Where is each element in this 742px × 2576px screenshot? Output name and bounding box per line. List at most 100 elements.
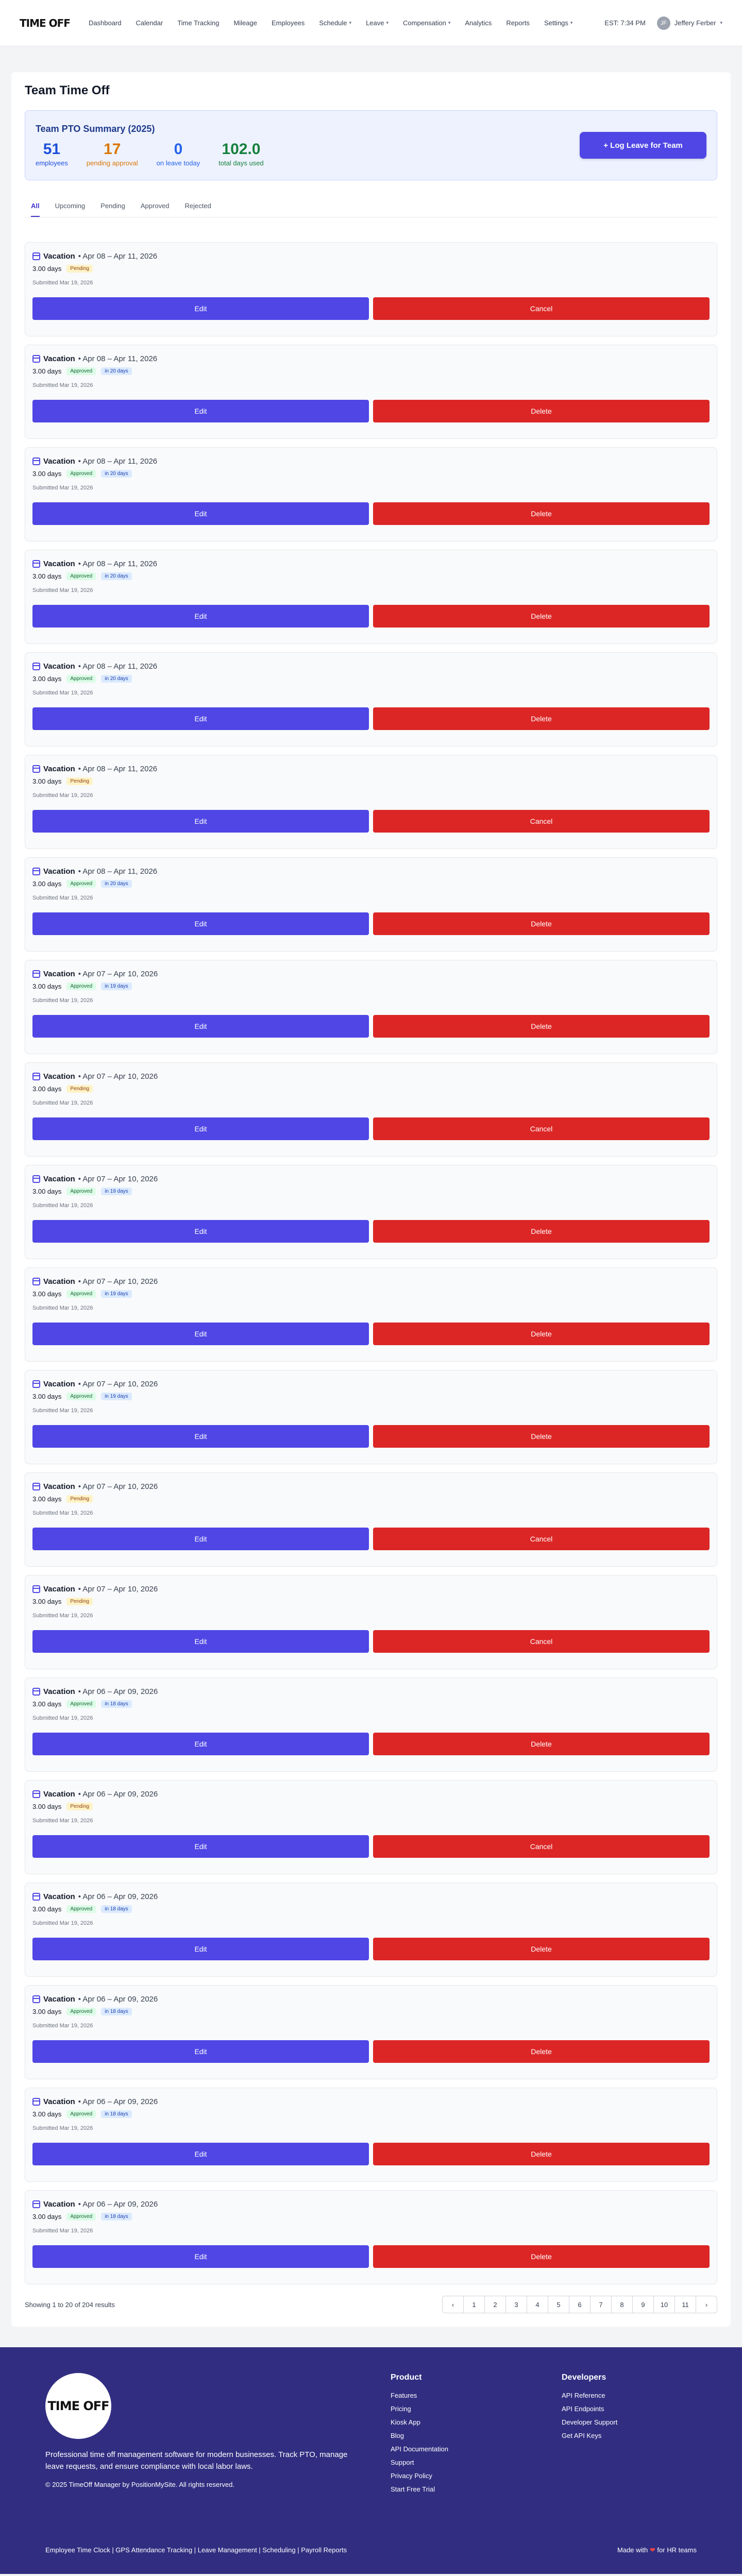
footer-link-pricing[interactable]: Pricing xyxy=(391,2405,526,2413)
footer-description: Professional time off management softwar… xyxy=(45,2450,348,2471)
delete-button[interactable]: Delete xyxy=(373,1323,710,1345)
delete-button[interactable]: Delete xyxy=(373,2245,710,2268)
pto-summary: Team PTO Summary (2025) 51 employees 17 pen… xyxy=(25,110,717,180)
edit-button[interactable]: Edit xyxy=(32,707,369,730)
footer-bottom-links[interactable]: Employee Time Clock | GPS Attendance Tra… xyxy=(45,2546,347,2554)
page-button-1[interactable]: 1 xyxy=(463,2296,485,2313)
edit-button[interactable]: Edit xyxy=(32,1117,369,1140)
cancel-button[interactable]: Cancel xyxy=(373,1528,710,1550)
prev-page-button[interactable]: ‹ xyxy=(442,2296,464,2313)
edit-button[interactable]: Edit xyxy=(32,1425,369,1448)
card-meta: 3.00 days Approved in 20 days xyxy=(32,470,710,478)
nav-link-label: Dashboard xyxy=(88,19,122,27)
nav-link-calendar[interactable]: Calendar xyxy=(136,19,163,27)
footer-link-api-documentation[interactable]: API Documentation xyxy=(391,2445,526,2453)
next-page-button[interactable]: › xyxy=(696,2296,717,2313)
submitted-date: Submitted Mar 19, 2026 xyxy=(32,1613,93,1619)
edit-button[interactable]: Edit xyxy=(32,1733,369,1755)
page-button-4[interactable]: 4 xyxy=(527,2296,548,2313)
delete-button[interactable]: Delete xyxy=(373,1220,710,1243)
status-badge: Pending xyxy=(66,265,93,273)
delete-button[interactable]: Delete xyxy=(373,1015,710,1038)
tab-rejected[interactable]: Rejected xyxy=(185,197,211,217)
delete-button[interactable]: Delete xyxy=(373,707,710,730)
edit-button[interactable]: Edit xyxy=(32,1220,369,1243)
user-menu[interactable]: JF Jeffery Ferber ▾ xyxy=(656,16,722,30)
page-button-11[interactable]: 11 xyxy=(674,2296,696,2313)
delete-button[interactable]: Delete xyxy=(373,605,710,628)
card-header: Vacation • Apr 07 – Apr 10, 2026 xyxy=(32,1380,710,1388)
edit-button[interactable]: Edit xyxy=(32,502,369,525)
edit-button[interactable]: Edit xyxy=(32,1323,369,1345)
nav-link-mileage[interactable]: Mileage xyxy=(233,19,257,27)
delete-button[interactable]: Delete xyxy=(373,400,710,422)
delete-button[interactable]: Delete xyxy=(373,502,710,525)
summary-stat: 102.0 total days used xyxy=(218,142,263,167)
edit-button[interactable]: Edit xyxy=(32,1630,369,1653)
edit-button[interactable]: Edit xyxy=(32,1835,369,1858)
log-leave-button[interactable]: + Log Leave for Team xyxy=(580,132,706,159)
delete-button[interactable]: Delete xyxy=(373,2143,710,2165)
edit-button[interactable]: Edit xyxy=(32,912,369,935)
nav-link-dashboard[interactable]: Dashboard xyxy=(89,19,122,27)
edit-button[interactable]: Edit xyxy=(32,1015,369,1038)
delete-button[interactable]: Delete xyxy=(373,912,710,935)
nav-link-employees[interactable]: Employees xyxy=(272,19,305,27)
delete-button[interactable]: Delete xyxy=(373,1733,710,1755)
page-button-3[interactable]: 3 xyxy=(505,2296,527,2313)
cancel-button[interactable]: Cancel xyxy=(373,1835,710,1858)
footer-copyright: © 2025 TimeOff Manager by PositionMySite… xyxy=(45,2481,235,2488)
footer-link-start-free-trial[interactable]: Start Free Trial xyxy=(391,2485,526,2493)
edit-button[interactable]: Edit xyxy=(32,1938,369,1960)
edit-button[interactable]: Edit xyxy=(32,1528,369,1550)
cancel-button[interactable]: Cancel xyxy=(373,297,710,320)
nav-link-analytics[interactable]: Analytics xyxy=(465,19,492,27)
nav-link-time-tracking[interactable]: Time Tracking xyxy=(177,19,219,27)
summary-stat: 51 employees xyxy=(36,142,68,167)
nav-link-compensation[interactable]: Compensation ▾ xyxy=(403,19,450,27)
edit-button[interactable]: Edit xyxy=(32,2143,369,2165)
tab-pending[interactable]: Pending xyxy=(100,197,125,217)
edit-button[interactable]: Edit xyxy=(32,400,369,422)
app-logo[interactable]: TIME OFF xyxy=(20,17,71,29)
cancel-button[interactable]: Cancel xyxy=(373,810,710,833)
page-button-8[interactable]: 8 xyxy=(611,2296,633,2313)
cancel-button[interactable]: Cancel xyxy=(373,1117,710,1140)
footer-link-kiosk-app[interactable]: Kiosk App xyxy=(391,2418,526,2426)
footer-link-developer-support[interactable]: Developer Support xyxy=(562,2418,697,2426)
clock-display: EST: 7:34 PM xyxy=(604,19,646,27)
nav-link-settings[interactable]: Settings ▾ xyxy=(544,19,573,27)
tab-all[interactable]: All xyxy=(31,197,40,217)
edit-button[interactable]: Edit xyxy=(32,2040,369,2063)
card-meta: 3.00 days Approved in 18 days xyxy=(32,2008,710,2015)
nav-link-leave[interactable]: Leave ▾ xyxy=(366,19,389,27)
delete-button[interactable]: Delete xyxy=(373,2040,710,2063)
tab-upcoming[interactable]: Upcoming xyxy=(55,197,86,217)
leave-date-range: • Apr 06 – Apr 09, 2026 xyxy=(78,2200,158,2209)
tab-approved[interactable]: Approved xyxy=(141,197,170,217)
footer-link-api-endpoints[interactable]: API Endpoints xyxy=(562,2405,697,2413)
footer-link-api-reference[interactable]: API Reference xyxy=(562,2392,697,2399)
cancel-button[interactable]: Cancel xyxy=(373,1630,710,1653)
footer-link-support[interactable]: Support xyxy=(391,2459,526,2466)
page-button-6[interactable]: 6 xyxy=(569,2296,591,2313)
edit-button[interactable]: Edit xyxy=(32,605,369,628)
card-header: Vacation • Apr 08 – Apr 11, 2026 xyxy=(32,252,710,261)
page-button-5[interactable]: 5 xyxy=(548,2296,569,2313)
nav-link-reports[interactable]: Reports xyxy=(506,19,530,27)
nav-link-schedule[interactable]: Schedule ▾ xyxy=(319,19,351,27)
footer-link-blog[interactable]: Blog xyxy=(391,2432,526,2439)
edit-button[interactable]: Edit xyxy=(32,810,369,833)
footer-link-get-api-keys[interactable]: Get API Keys xyxy=(562,2432,697,2439)
page-button-2[interactable]: 2 xyxy=(484,2296,506,2313)
footer-link-features[interactable]: Features xyxy=(391,2392,526,2399)
footer-link-privacy-policy[interactable]: Privacy Policy xyxy=(391,2472,526,2480)
delete-button[interactable]: Delete xyxy=(373,1938,710,1960)
card-header: Vacation • Apr 07 – Apr 10, 2026 xyxy=(32,1072,710,1081)
delete-button[interactable]: Delete xyxy=(373,1425,710,1448)
edit-button[interactable]: Edit xyxy=(32,297,369,320)
edit-button[interactable]: Edit xyxy=(32,2245,369,2268)
page-button-9[interactable]: 9 xyxy=(632,2296,654,2313)
page-button-10[interactable]: 10 xyxy=(653,2296,675,2313)
page-button-7[interactable]: 7 xyxy=(590,2296,612,2313)
